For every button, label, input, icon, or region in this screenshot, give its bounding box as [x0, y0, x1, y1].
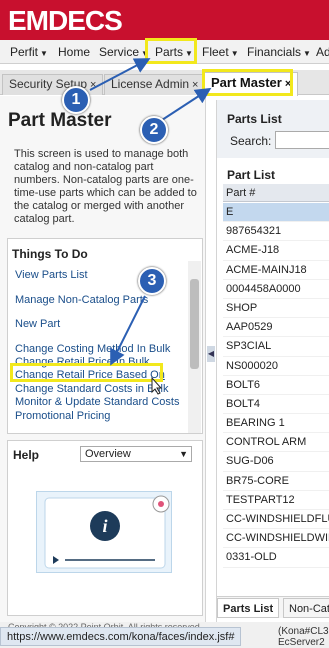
menu-admin[interactable]: Ad: [316, 40, 329, 64]
table-row[interactable]: BOLT6: [223, 376, 329, 395]
tab-label: License Admin: [111, 77, 190, 91]
link-promotional-pricing[interactable]: Promotional Pricing: [15, 410, 191, 422]
status-url: https://www.emdecs.com/kona/faces/index.…: [0, 627, 242, 646]
bottom-tab-bar: Parts List Non-Cat: [217, 596, 329, 618]
chevron-down-icon: ▼: [179, 449, 188, 459]
table-row[interactable]: SHOP: [223, 299, 329, 319]
menu-financials[interactable]: Financials ▼: [247, 40, 311, 64]
svg-text:i: i: [102, 516, 107, 536]
parts-table-body: E 987654321 ACME-J18 ACME-MAINJ18 0004458A00…: [223, 203, 329, 568]
table-row[interactable]: E: [223, 203, 329, 223]
table-row[interactable]: BOLT4: [223, 395, 329, 415]
table-row[interactable]: CONTROL ARM: [223, 433, 329, 453]
menu-parts-label: Parts: [155, 45, 184, 59]
tab-security-setup[interactable]: Security Setup ×: [2, 74, 104, 95]
table-row[interactable]: 0004458A0000: [223, 280, 329, 299]
table-row[interactable]: TESTPART12: [223, 491, 329, 510]
search-input[interactable]: [275, 131, 329, 149]
app-header: EMDECS: [0, 0, 329, 40]
menu-service-label: Service: [99, 45, 140, 59]
menu-service[interactable]: Service ▼: [99, 40, 149, 64]
todo-scrollbar[interactable]: [188, 261, 201, 433]
help-select-value: Overview: [85, 448, 131, 460]
server-info-line2: EcServer2: [278, 637, 325, 648]
things-to-do-title: Things To Do: [12, 247, 88, 261]
page-title: Part Master: [8, 110, 112, 131]
collapse-panel-button[interactable]: ◀: [207, 346, 215, 362]
link-standard-costs-bulk[interactable]: Change Standard Costs in Bulk: [15, 383, 191, 395]
help-video-player[interactable]: i: [36, 491, 172, 573]
table-row[interactable]: SP3CIAL: [223, 337, 329, 357]
table-row[interactable]: BEARING 1: [223, 414, 329, 434]
table-row[interactable]: ACME-J18: [223, 241, 329, 261]
things-to-do-box: Things To Do View Parts List Manage Non-…: [7, 238, 203, 434]
table-row[interactable]: CC-WINDSHIELDFLUID: [223, 510, 329, 530]
part-master-info-panel: Part Master This screen is used to manag…: [0, 96, 206, 622]
table-row[interactable]: 987654321: [223, 222, 329, 242]
menu-parts[interactable]: Parts ▼: [155, 40, 193, 64]
close-icon[interactable]: ×: [192, 79, 198, 91]
chevron-down-icon: ▼: [185, 49, 193, 58]
menu-home-label: Home: [58, 45, 91, 59]
table-row[interactable]: ACME-MAINJ18: [223, 261, 329, 280]
menu-perfit[interactable]: Perfit ▼: [10, 40, 48, 64]
document-tab-bar: Security Setup × License Admin × Part Mast…: [0, 70, 329, 96]
tab-label: Part Master: [211, 75, 282, 90]
link-manage-non-catalog[interactable]: Manage Non-Catalog Parts: [15, 294, 191, 306]
parts-list-header: Parts List Search:: [217, 100, 329, 158]
menu-home[interactable]: Home: [58, 40, 90, 64]
link-new-part[interactable]: New Part: [15, 318, 191, 330]
tab-part-master[interactable]: Part Master ×: [204, 72, 299, 96]
emdecs-logo: EMDECS: [8, 5, 123, 36]
page-description: This screen is used to manage both catal…: [14, 148, 197, 225]
chevron-down-icon: ▼: [230, 49, 239, 58]
main-menu-bar: Perfit ▼ Home Service ▼ Parts ▼ Fleet ▼ Fina…: [0, 40, 329, 64]
link-retail-price-bulk[interactable]: Change Retail Price In Bulk: [15, 356, 191, 368]
menu-fleet[interactable]: Fleet ▼: [202, 40, 239, 64]
parts-list-title: Parts List: [227, 112, 282, 126]
part-list-subtitle: Part List: [227, 168, 276, 182]
table-row[interactable]: 0331-OLD: [223, 548, 329, 568]
close-icon[interactable]: ×: [90, 79, 96, 91]
table-row[interactable]: AAP0529: [223, 318, 329, 338]
table-row[interactable]: BR75-CORE: [223, 472, 329, 491]
link-retail-price-based-on[interactable]: Change Retail Price Based On: [15, 369, 191, 381]
link-costing-method-bulk[interactable]: Change Costing Method In Bulk: [15, 343, 191, 355]
chevron-down-icon: ▼: [303, 49, 311, 58]
link-view-parts-list[interactable]: View Parts List: [15, 269, 191, 281]
chevron-down-icon: ▼: [141, 49, 149, 58]
tab-non-catalog[interactable]: Non-Cat: [283, 598, 329, 618]
help-topic-select[interactable]: Overview ▼: [80, 446, 192, 462]
status-bar: Copyright © 2022 Point Orbit. All rights…: [0, 622, 329, 648]
chevron-down-icon: ▼: [40, 49, 48, 58]
menu-fleet-label: Fleet: [202, 45, 229, 59]
table-row[interactable]: NS000020: [223, 357, 329, 376]
column-header-part-number[interactable]: Part #: [223, 184, 329, 202]
parts-list-panel: Parts List Search: Part List Part # E 987…: [216, 100, 329, 622]
help-box: Help Overview ▼ i: [7, 440, 203, 616]
table-row[interactable]: SUG-D06: [223, 452, 329, 472]
menu-admin-label: Ad: [316, 45, 329, 59]
link-monitor-standard-costs[interactable]: Monitor & Update Standard Costs: [15, 396, 191, 408]
menu-financials-label: Financials: [247, 45, 302, 59]
tab-label: Security Setup: [9, 77, 88, 91]
menu-perfit-label: Perfit: [10, 45, 39, 59]
help-title: Help: [13, 448, 40, 462]
search-label: Search:: [230, 134, 272, 148]
scrollbar-thumb[interactable]: [190, 279, 199, 369]
close-icon[interactable]: ×: [285, 78, 291, 90]
table-row[interactable]: CC-WINDSHIELDWIPER: [223, 529, 329, 549]
tab-parts-list[interactable]: Parts List: [217, 598, 280, 618]
video-info-icon: i: [44, 495, 170, 569]
tab-license-admin[interactable]: License Admin ×: [104, 74, 206, 95]
